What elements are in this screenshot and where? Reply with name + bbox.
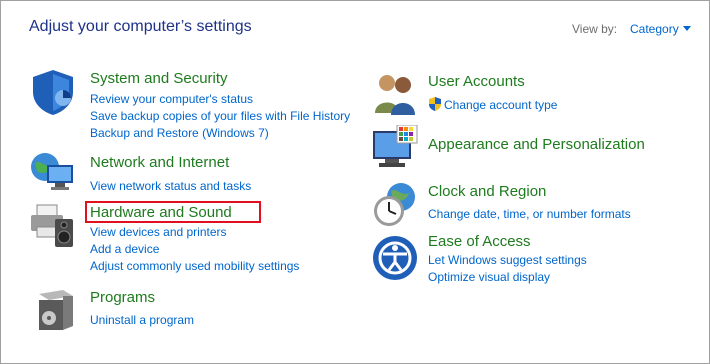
page-title: Adjust your computer’s settings [29,18,252,35]
user-accounts-heading[interactable]: User Accounts [428,73,525,90]
date-time-formats-link[interactable]: Change date, time, or number formats [428,207,631,221]
view-by-dropdown[interactable]: Category [630,22,679,36]
ease-of-access-icon [373,236,417,280]
suggest-settings-link[interactable]: Let Windows suggest settings [428,253,587,267]
system-security-heading[interactable]: System and Security [90,70,228,87]
highlight-box [85,201,261,223]
view-by-label: View by: [572,22,618,36]
network-internet-heading[interactable]: Network and Internet [90,154,229,171]
programs-box-icon [39,290,73,330]
network-status-link[interactable]: View network status and tasks [90,179,251,193]
network-globe-icon [31,153,73,190]
devices-printers-link[interactable]: View devices and printers [90,225,227,239]
ease-of-access-heading[interactable]: Ease of Access [428,233,531,250]
backup-restore-link[interactable]: Backup and Restore (Windows 7) [90,126,269,140]
review-status-link[interactable]: Review your computer's status [90,92,253,106]
mobility-settings-link[interactable]: Adjust commonly used mobility settings [90,259,299,273]
chevron-down-icon[interactable] [683,26,691,31]
appearance-heading[interactable]: Appearance and Personalization [428,136,645,153]
uninstall-program-link[interactable]: Uninstall a program [90,313,194,327]
programs-heading[interactable]: Programs [90,289,155,306]
clock-region-heading[interactable]: Clock and Region [428,183,546,200]
clock-globe-icon [374,183,415,226]
file-history-link[interactable]: Save backup copies of your files with Fi… [90,109,350,123]
optimize-display-link[interactable]: Optimize visual display [428,270,550,284]
users-icon [375,75,415,115]
control-panel-window: Adjust your computer’s settings View by:… [0,0,710,364]
monitor-palette-icon [373,125,418,167]
uac-shield-icon [429,97,441,111]
change-account-type-link[interactable]: Change account type [444,98,557,112]
printer-speaker-icon [31,204,73,247]
add-device-link[interactable]: Add a device [90,242,159,256]
shield-icon [33,70,73,115]
